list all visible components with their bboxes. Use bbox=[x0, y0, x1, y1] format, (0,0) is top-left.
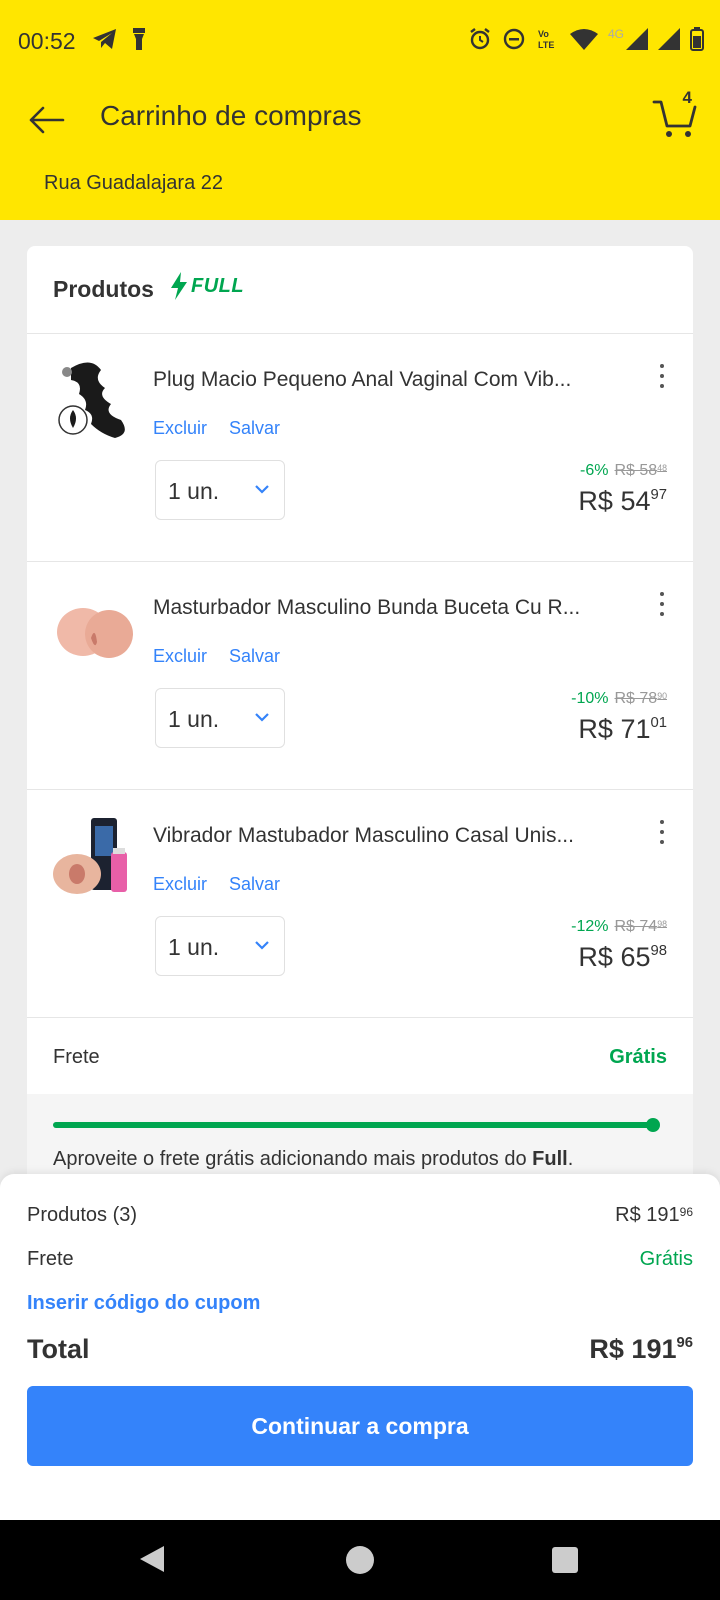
total-label: Total bbox=[27, 1334, 90, 1364]
remove-item-link[interactable]: Excluir bbox=[153, 874, 207, 895]
price-discount-line: -10% R$ 7890 bbox=[571, 690, 667, 708]
shipping-label: Frete bbox=[53, 1046, 100, 1068]
cart-button[interactable]: 4 bbox=[650, 88, 700, 140]
app-header: Carrinho de compras 4 Rua Guadalajara 22 bbox=[0, 84, 720, 220]
masturbator-product-image bbox=[57, 608, 133, 658]
promo-text: Aproveite o frete grátis adicionando mai… bbox=[53, 1148, 574, 1170]
cart-icon bbox=[652, 100, 697, 137]
delivery-address[interactable]: Rua Guadalajara 22 bbox=[44, 172, 223, 195]
status-right-icons: Vo LTE 4G bbox=[468, 27, 704, 51]
arrow-left-icon bbox=[29, 106, 65, 134]
cart-count-badge: 4 bbox=[682, 88, 692, 107]
summary-products-total: R$ 19196 bbox=[615, 1204, 693, 1226]
summary-products-row: Produtos (3) R$ 19196 bbox=[27, 1204, 693, 1227]
svg-text:Vo: Vo bbox=[538, 29, 549, 39]
save-item-link[interactable]: Salvar bbox=[229, 418, 280, 439]
quantity-select[interactable]: 1 un. bbox=[155, 916, 285, 976]
battery-icon bbox=[690, 27, 704, 51]
total-value: R$ 19196 bbox=[589, 1334, 693, 1364]
item-price: R$ 5497 bbox=[578, 486, 667, 516]
item-title[interactable]: Vibrador Mastubador Masculino Casal Unis… bbox=[153, 824, 623, 848]
system-nav-bar bbox=[0, 1520, 720, 1600]
signal-icon-2 bbox=[658, 28, 680, 50]
item-title[interactable]: Plug Macio Pequeno Anal Vaginal Com Vib.… bbox=[153, 368, 623, 392]
shipping-row: Frete Grátis bbox=[27, 1022, 693, 1094]
chevron-down-icon bbox=[255, 485, 269, 494]
summary-shipping-label: Frete bbox=[27, 1248, 74, 1270]
products-card: Produtos FULL Plug Macio Pequeno Anal Va… bbox=[27, 246, 693, 1336]
chevron-down-icon bbox=[255, 941, 269, 950]
price-discount-line: -12% R$ 7498 bbox=[571, 918, 667, 936]
save-item-link[interactable]: Salvar bbox=[229, 646, 280, 667]
total-row: Total R$ 19196 bbox=[27, 1334, 693, 1365]
remove-item-link[interactable]: Excluir bbox=[153, 646, 207, 667]
item-actions: Excluir Salvar bbox=[153, 418, 280, 439]
wifi-icon bbox=[569, 29, 598, 50]
nav-home-icon[interactable] bbox=[346, 1546, 374, 1574]
item-more-menu-icon[interactable] bbox=[657, 820, 667, 844]
summary-shipping-value: Grátis bbox=[639, 1248, 693, 1270]
volte-icon: VoLTE bbox=[538, 29, 554, 50]
card-header: Produtos FULL bbox=[27, 246, 693, 334]
original-price: R$ 7498 bbox=[614, 918, 668, 935]
discount-percent: -10% bbox=[571, 690, 609, 707]
card-title: Produtos bbox=[53, 276, 154, 302]
remove-item-link[interactable]: Excluir bbox=[153, 418, 207, 439]
network-type-label: 4G bbox=[607, 27, 624, 41]
item-more-menu-icon[interactable] bbox=[657, 364, 667, 388]
progress-fill bbox=[53, 1122, 653, 1128]
quantity-value: 1 un. bbox=[168, 934, 220, 960]
lightning-icon bbox=[171, 272, 187, 300]
shipping-value: Grátis bbox=[609, 1046, 667, 1068]
full-badge: FULL bbox=[169, 272, 244, 300]
telegram-icon bbox=[93, 29, 116, 49]
cart-item: Vibrador Mastubador Masculino Casal Unis… bbox=[27, 790, 693, 1018]
original-price: R$ 7890 bbox=[614, 690, 668, 707]
order-summary: Produtos (3) R$ 19196 Frete Grátis Inser… bbox=[0, 1174, 720, 1520]
discount-percent: -6% bbox=[580, 462, 609, 479]
coupon-link[interactable]: Inserir código do cupom bbox=[27, 1292, 260, 1315]
svg-text:LTE: LTE bbox=[538, 40, 554, 50]
chevron-down-icon bbox=[255, 713, 269, 722]
vibrator-kit-product-image bbox=[53, 818, 127, 894]
signal-icon bbox=[626, 28, 648, 50]
item-price: R$ 6598 bbox=[578, 942, 667, 972]
quantity-value: 1 un. bbox=[168, 706, 220, 732]
item-price: R$ 7101 bbox=[578, 714, 667, 744]
status-bar: 00:52 Vo LTE 4G bbox=[0, 0, 720, 84]
progress-dot bbox=[646, 1118, 660, 1132]
quantity-select[interactable]: 1 un. bbox=[155, 460, 285, 520]
page-title: Carrinho de compras bbox=[100, 100, 362, 131]
full-badge-text: FULL bbox=[191, 274, 245, 297]
item-more-menu-icon[interactable] bbox=[657, 592, 667, 616]
summary-shipping-row: Frete Grátis bbox=[27, 1248, 693, 1271]
summary-products-label: Produtos (3) bbox=[27, 1204, 138, 1226]
status-time: 00:52 bbox=[18, 28, 76, 54]
plug-product-image bbox=[58, 362, 125, 438]
alarm-icon bbox=[470, 28, 490, 50]
back-button[interactable] bbox=[24, 98, 68, 142]
original-price: R$ 5848 bbox=[614, 462, 668, 479]
do-not-disturb-icon bbox=[503, 28, 525, 50]
price-discount-line: -6% R$ 5848 bbox=[580, 462, 667, 480]
cart-item: Masturbador Masculino Bunda Buceta Cu R.… bbox=[27, 562, 693, 790]
discount-percent: -12% bbox=[571, 918, 609, 935]
item-actions: Excluir Salvar bbox=[153, 646, 280, 667]
item-actions: Excluir Salvar bbox=[153, 874, 280, 895]
cart-item: Plug Macio Pequeno Anal Vaginal Com Vib.… bbox=[27, 334, 693, 562]
status-left-icons bbox=[92, 27, 146, 51]
item-title[interactable]: Masturbador Masculino Bunda Buceta Cu R.… bbox=[153, 596, 623, 620]
flashlight-icon bbox=[133, 28, 145, 50]
free-shipping-progress-bar bbox=[53, 1118, 660, 1132]
quantity-select[interactable]: 1 un. bbox=[155, 688, 285, 748]
nav-recent-apps-icon[interactable] bbox=[552, 1547, 578, 1573]
nav-back-icon[interactable] bbox=[140, 1546, 164, 1572]
quantity-value: 1 un. bbox=[168, 478, 220, 504]
save-item-link[interactable]: Salvar bbox=[229, 874, 280, 895]
continue-purchase-button[interactable]: Continuar a compra bbox=[27, 1386, 693, 1466]
